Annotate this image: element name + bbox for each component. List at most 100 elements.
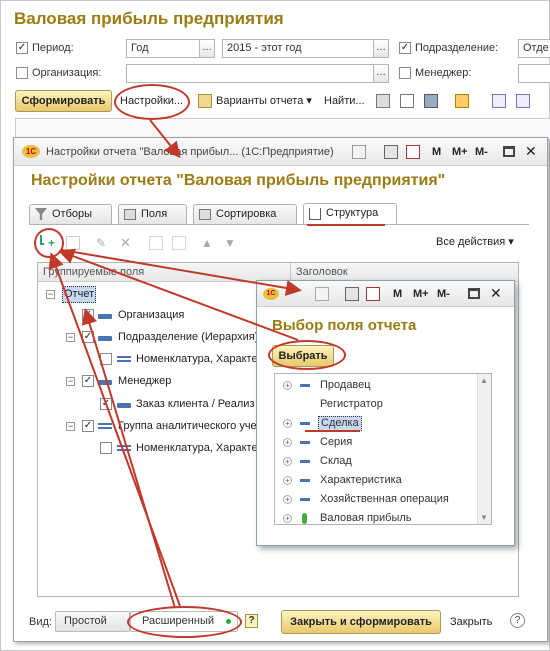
division-field[interactable]: Отде — [518, 39, 550, 58]
generate-button[interactable]: Сформировать — [15, 90, 112, 112]
close-button[interactable]: Закрыть — [450, 612, 492, 632]
tree-checkbox[interactable]: ✓ — [100, 398, 112, 410]
tab-fields[interactable]: Поля — [118, 204, 187, 224]
tree-checkbox[interactable]: ✓ — [82, 331, 94, 343]
tree-row-order[interactable]: Заказ клиента / Реализ — [136, 398, 255, 410]
add-field-icon[interactable] — [66, 236, 80, 250]
edit-icon[interactable]: ✎ — [96, 236, 110, 250]
tree-row-manager[interactable]: Менеджер — [118, 375, 171, 387]
column-grouped-fields[interactable]: Группируемые поля — [38, 263, 291, 282]
tree-checkbox[interactable]: ✓ — [82, 375, 94, 387]
expand-icon[interactable]: + — [283, 495, 292, 504]
tree-checkbox[interactable]: ✓ — [82, 309, 94, 321]
settings-window-title: Настройки отчета "Валовая прибыл... (1С:… — [46, 146, 334, 158]
calendar-icon[interactable] — [366, 287, 380, 301]
memory-button[interactable]: M — [432, 142, 441, 162]
tree-row-organization[interactable]: Организация — [118, 309, 184, 321]
view-simple-button[interactable]: Простой — [55, 611, 130, 632]
memory-minus-button[interactable]: M- — [437, 284, 450, 304]
close-and-generate-button[interactable]: Закрыть и сформировать — [281, 610, 441, 634]
manager-field[interactable] — [518, 64, 550, 83]
maximize-icon[interactable] — [503, 146, 515, 157]
tree-row-report[interactable]: Отчет — [64, 288, 94, 300]
field-icon — [98, 380, 112, 385]
period-range-field[interactable]: 2015 - этот год — [222, 39, 374, 58]
tree-checkbox[interactable]: ✓ — [82, 420, 94, 432]
calculator-icon[interactable] — [345, 287, 359, 301]
division-label: Подразделение: — [415, 42, 499, 54]
collapse-icon[interactable]: − — [66, 422, 75, 431]
expand-icon[interactable]: + — [283, 419, 292, 428]
help-icon[interactable]: ? — [510, 613, 525, 628]
tree-checkbox[interactable] — [100, 442, 112, 454]
all-actions-menu[interactable]: Все действия ▾ — [436, 232, 514, 252]
expand-icon[interactable]: + — [283, 457, 292, 466]
field-icon — [98, 336, 112, 341]
division-checkbox[interactable]: ✓ — [399, 42, 411, 54]
collapse-icon[interactable]: − — [46, 290, 55, 299]
tab-structure-label: Структура — [326, 207, 379, 219]
tree-row-nomenclature-2[interactable]: Номенклатура, Характе — [136, 442, 258, 454]
tab-sorting[interactable]: Сортировка — [193, 204, 297, 224]
period-type-field[interactable]: Год — [126, 39, 200, 58]
collapse-icon[interactable]: − — [66, 377, 75, 386]
tree-checkbox[interactable] — [100, 353, 112, 365]
close-icon[interactable]: ✕ — [490, 283, 502, 303]
save-icon[interactable] — [424, 94, 438, 108]
calendar-icon[interactable] — [406, 145, 420, 159]
period-range-select-button[interactable]: … — [373, 39, 389, 58]
scroll-down-icon[interactable]: ▼ — [480, 513, 488, 522]
link-icon[interactable] — [352, 145, 366, 159]
memory-plus-button[interactable]: M+ — [452, 142, 468, 162]
tab-filters[interactable]: Отборы — [29, 204, 112, 224]
scroll-up-icon[interactable]: ▲ — [480, 376, 488, 385]
memory-plus-button[interactable]: M+ — [413, 284, 429, 304]
list-item-label: Регистратор — [320, 398, 383, 410]
calculator-icon[interactable] — [384, 145, 398, 159]
period-type-select-button[interactable]: … — [199, 39, 215, 58]
mail-icon[interactable] — [455, 94, 469, 108]
help-view-button[interactable]: ? — [245, 614, 258, 628]
close-icon[interactable]: ✕ — [525, 141, 537, 161]
paste-icon[interactable] — [516, 94, 530, 108]
manager-checkbox[interactable] — [399, 67, 411, 79]
tab-sorting-label: Сортировка — [216, 208, 277, 220]
report-variants-button[interactable]: Варианты отчета ▾ — [216, 91, 312, 111]
memory-minus-button[interactable]: M- — [475, 142, 488, 162]
add-highlight-annotation — [34, 228, 64, 258]
select-highlight-annotation — [268, 340, 346, 370]
item-underline-annotation — [305, 430, 360, 432]
tree-row-division[interactable]: Подразделение (Иерархия) — [118, 331, 258, 343]
move-down-icon[interactable]: ▼ — [224, 236, 238, 250]
org-field[interactable] — [126, 64, 374, 83]
print-icon[interactable] — [376, 94, 390, 108]
move-up-icon[interactable]: ▲ — [201, 236, 215, 250]
tree-row-nomenclature[interactable]: Номенклатура, Характе — [136, 353, 258, 365]
list-scrollbar[interactable]: ▲ ▼ — [477, 374, 491, 524]
link-icon[interactable] — [315, 287, 329, 301]
expand-icon[interactable]: + — [283, 438, 292, 447]
expand-icon[interactable]: + — [283, 476, 292, 485]
delete-icon[interactable]: ✕ — [120, 236, 134, 250]
preview-icon[interactable] — [400, 94, 414, 108]
period-checkbox[interactable]: ✓ — [16, 42, 28, 54]
copy-icon[interactable] — [492, 94, 506, 108]
tree-row-analytics-group[interactable]: Группа аналитического уче — [118, 420, 257, 432]
tab-structure[interactable]: Структура — [303, 203, 397, 225]
expand-icon[interactable]: + — [283, 381, 292, 390]
collapse-icon[interactable]: − — [66, 333, 75, 342]
expand-icon[interactable]: + — [283, 514, 292, 523]
field-list[interactable]: + Продавец Регистратор + Сделка + Серия + Ск… — [274, 373, 492, 525]
group-icon[interactable] — [149, 236, 163, 250]
settings-titlebar: 1С Настройки отчета "Валовая прибыл... (… — [14, 138, 547, 166]
ungroup-icon[interactable] — [172, 236, 186, 250]
settings-heading: Настройки отчета "Валовая прибыль предпр… — [31, 172, 446, 189]
find-button[interactable]: Найти... — [324, 91, 365, 111]
popup-heading: Выбор поля отчета — [272, 317, 417, 334]
maximize-icon[interactable] — [468, 288, 480, 299]
org-select-button[interactable]: … — [373, 64, 389, 83]
resource-icon — [302, 513, 307, 524]
org-checkbox[interactable] — [16, 67, 28, 79]
memory-button[interactable]: M — [393, 284, 402, 304]
report-variants-label: Варианты отчета — [216, 95, 304, 107]
